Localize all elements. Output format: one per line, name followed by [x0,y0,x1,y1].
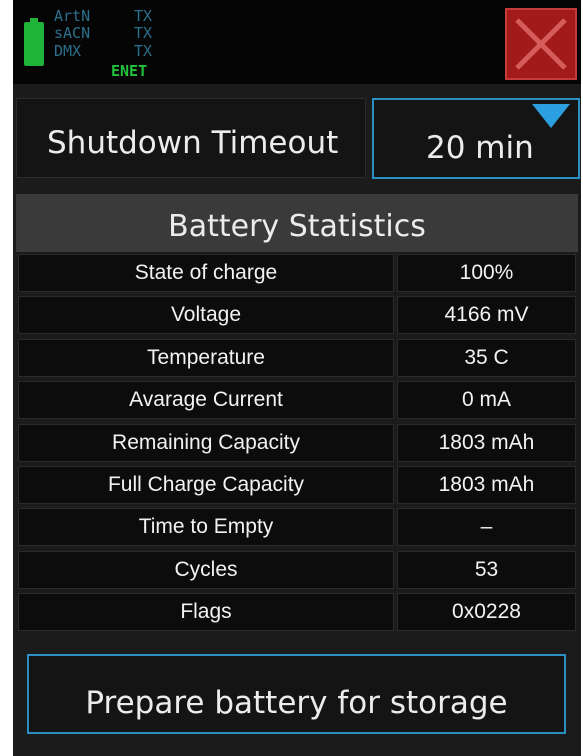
stat-value: 53 [397,550,576,589]
table-row: State of charge 100% [16,252,578,294]
prepare-storage-label: Prepare battery for storage [85,685,508,721]
stat-label: Voltage [18,296,394,335]
stat-value: 4166 mV [397,296,576,335]
table-row: Temperature 35 C [16,337,578,379]
stat-label: Flags [18,593,394,632]
stat-label: Time to Empty [18,508,394,547]
stat-value: 100% [397,254,576,292]
table-row: Voltage 4166 mV [16,294,578,336]
network-indicator: ENET [111,62,148,80]
stat-value: 1803 mAh [397,423,576,462]
table-row: Time to Empty – [16,506,578,548]
stat-label: Cycles [18,550,394,589]
sacn-tx-indicator: TX [134,24,153,42]
stat-value: – [397,508,576,547]
shutdown-timeout-value: 20 min [426,130,534,166]
table-row: Flags 0x0228 [16,591,578,633]
stat-value: 1803 mAh [397,466,576,504]
battery-statistics-title: Battery Statistics [168,209,426,244]
stat-label: Temperature [18,338,394,377]
table-row: Full Charge Capacity 1803 mAh [16,464,578,506]
table-row: Remaining Capacity 1803 mAh [16,422,578,464]
stat-value: 35 C [397,338,576,377]
stat-label: State of charge [18,254,394,292]
stat-value: 0x0228 [397,593,576,632]
battery-statistics-header: Battery Statistics [16,194,578,252]
protocol-dmx-label: DMX [54,42,82,60]
status-bar: ArtN sACN DMX TX TX TX ENET [13,0,581,84]
device-screen: ArtN sACN DMX TX TX TX ENET Shutdown Tim… [13,0,581,756]
shutdown-timeout-row: Shutdown Timeout 20 min [16,98,580,180]
artnet-tx-indicator: TX [134,7,153,25]
table-row: Avarage Current 0 mA [16,379,578,421]
stat-label: Full Charge Capacity [18,466,394,504]
battery-icon [24,18,44,66]
shutdown-timeout-label: Shutdown Timeout [47,125,339,161]
dmx-tx-indicator: TX [134,42,153,60]
close-icon [515,18,567,70]
protocol-sacn-label: sACN [54,24,91,42]
stat-label: Remaining Capacity [18,423,394,462]
dropdown-arrow-icon [532,104,570,128]
shutdown-timeout-dropdown[interactable]: 20 min [372,98,580,179]
close-button[interactable] [505,8,577,80]
prepare-storage-button[interactable]: Prepare battery for storage [27,654,566,734]
shutdown-timeout-label-box: Shutdown Timeout [16,98,366,178]
stat-value: 0 mA [397,381,576,420]
table-row: Cycles 53 [16,549,578,591]
stat-label: Avarage Current [18,381,394,420]
protocol-artnet-label: ArtN [54,7,91,25]
